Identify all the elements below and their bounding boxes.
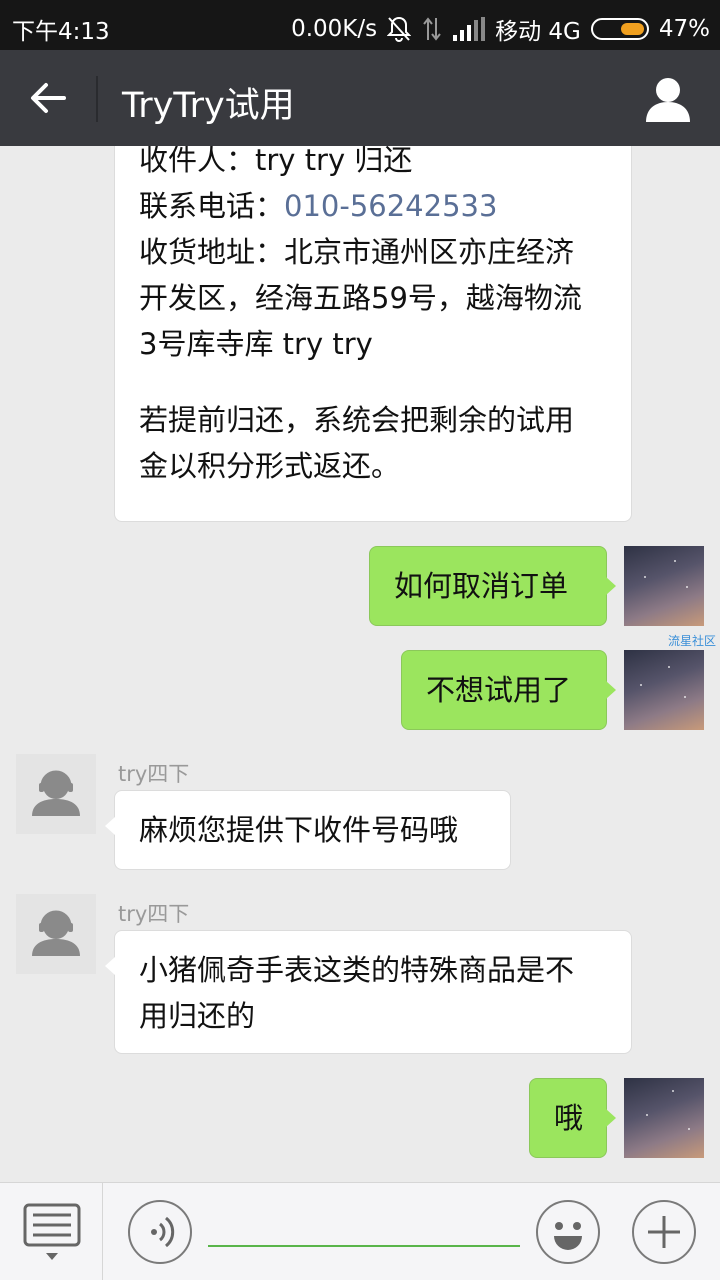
title-bar: TryTry试用 bbox=[0, 50, 720, 146]
phone-label: 联系电话： bbox=[139, 189, 285, 223]
watermark-text: 流星社区 bbox=[667, 634, 716, 648]
my-message-bubble[interactable]: 不想试用了 bbox=[401, 650, 616, 730]
message-line-2: 用归还的 bbox=[139, 999, 256, 1033]
headset-person-icon bbox=[32, 910, 80, 956]
address-line: 收货地址：北京市通州区亦庄经济 bbox=[139, 229, 607, 275]
message-text: 哦 bbox=[554, 1101, 584, 1135]
person-icon bbox=[646, 78, 690, 122]
my-avatar[interactable] bbox=[624, 650, 704, 730]
title-divider bbox=[96, 76, 98, 122]
chat-area[interactable]: 收件人：try try 归还 联系电话：010-56242533 收货地址：北京… bbox=[0, 146, 720, 1182]
message-line-1: 小猪佩奇手表这类的特殊商品是不 bbox=[139, 953, 575, 987]
status-right: 0.00K/s 移动 4G 47% bbox=[291, 12, 710, 46]
recipient-value: try try 归还 bbox=[255, 146, 413, 177]
bot-message-bubble[interactable]: 麻烦您提供下收件号码哦 bbox=[105, 790, 511, 870]
voice-icon bbox=[151, 1216, 175, 1248]
recipient-line: 收件人：try try 归还 bbox=[139, 146, 607, 183]
sender-name: try四下 bbox=[118, 762, 190, 786]
sender-name: try四下 bbox=[118, 902, 190, 926]
message-text: 麻烦您提供下收件号码哦 bbox=[139, 813, 459, 847]
back-button[interactable] bbox=[20, 72, 76, 124]
my-avatar[interactable] bbox=[624, 1078, 704, 1158]
phone-link[interactable]: 010-56242533 bbox=[284, 189, 497, 223]
plus-icon bbox=[648, 1216, 680, 1248]
bot-avatar[interactable] bbox=[16, 754, 96, 834]
address-line-1: 北京市通州区亦庄经济 bbox=[284, 235, 575, 269]
signal-icon bbox=[453, 17, 486, 41]
chat-title: TryTry试用 bbox=[122, 86, 295, 126]
message-input[interactable] bbox=[208, 1213, 520, 1247]
list-menu-icon bbox=[23, 1203, 81, 1260]
network-speed: 0.00K/s bbox=[291, 16, 378, 42]
note-line-2: 金以积分形式返还。 bbox=[139, 449, 401, 483]
menu-toggle-button[interactable] bbox=[0, 1183, 103, 1280]
data-transfer-icon bbox=[421, 16, 443, 42]
mute-bell-icon bbox=[387, 16, 412, 42]
bot-avatar[interactable] bbox=[16, 894, 96, 974]
address-message-bubble[interactable]: 收件人：try try 归还 联系电话：010-56242533 收货地址：北京… bbox=[114, 146, 632, 522]
address-label: 收货地址： bbox=[139, 235, 285, 269]
bot-message-bubble[interactable]: 小猪佩奇手表这类的特殊商品是不 用归还的 bbox=[105, 930, 632, 1054]
address-line-3: 3号库寺库 try try bbox=[139, 327, 373, 361]
more-button[interactable] bbox=[632, 1200, 696, 1264]
voice-button[interactable] bbox=[128, 1200, 192, 1264]
address-line-2: 开发区，经海五路59号，越海物流 bbox=[139, 281, 582, 315]
recipient-label: 收件人： bbox=[139, 146, 256, 177]
battery-fill bbox=[620, 23, 644, 35]
my-avatar[interactable] bbox=[624, 546, 704, 626]
input-bar bbox=[0, 1182, 720, 1280]
arrow-left-icon bbox=[31, 83, 66, 113]
profile-button[interactable] bbox=[644, 76, 692, 122]
message-text: 不想试用了 bbox=[426, 673, 572, 707]
status-bar: 下午4:13 0.00K/s 移动 4G 47% bbox=[0, 0, 720, 50]
smiley-icon bbox=[554, 1222, 582, 1250]
phone-line: 联系电话：010-56242533 bbox=[139, 183, 607, 229]
my-message-bubble[interactable]: 哦 bbox=[529, 1078, 616, 1158]
note-line-1: 若提前归还，系统会把剩余的试用 bbox=[139, 403, 575, 437]
status-time: 下午4:13 bbox=[12, 19, 110, 45]
carrier-label: 移动 4G bbox=[495, 19, 581, 45]
message-text: 如何取消订单 bbox=[394, 569, 569, 603]
battery-icon bbox=[590, 18, 649, 40]
battery-percent: 47% bbox=[658, 16, 710, 42]
headset-person-icon bbox=[32, 770, 80, 816]
my-message-bubble[interactable]: 如何取消订单 bbox=[369, 546, 616, 626]
emoji-button[interactable] bbox=[536, 1200, 600, 1264]
